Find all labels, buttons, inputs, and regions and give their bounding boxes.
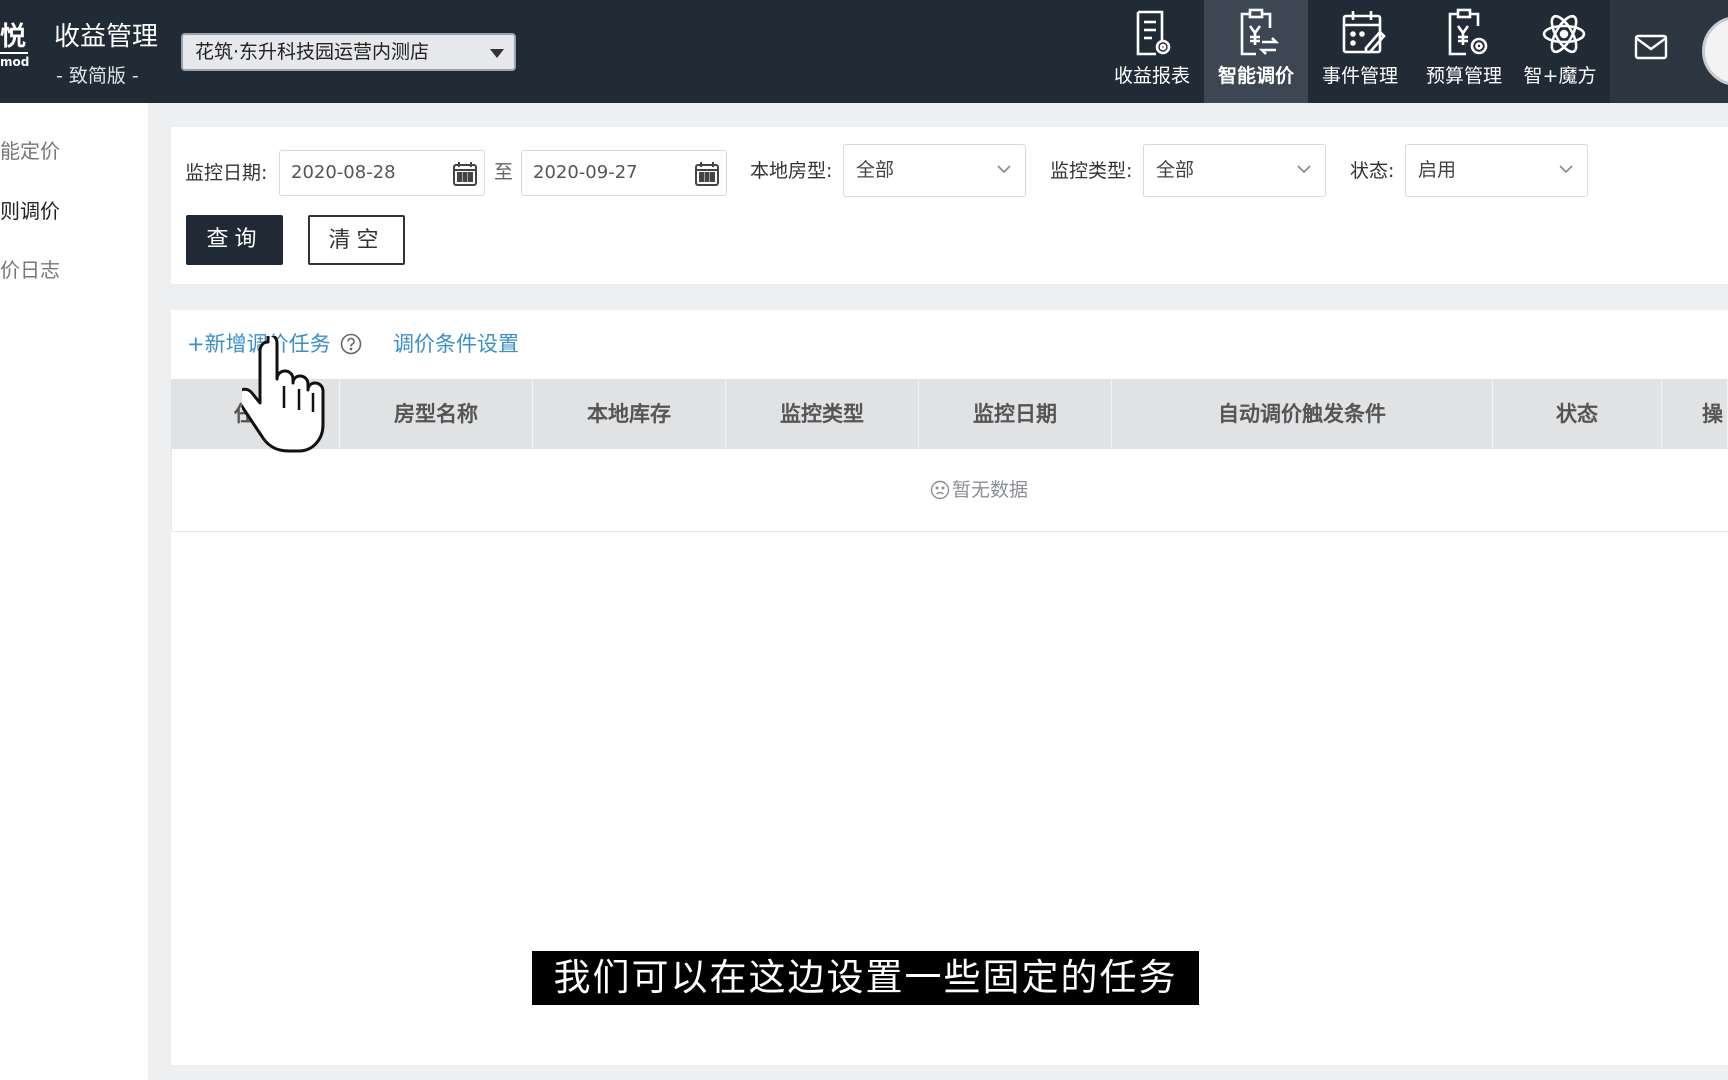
nav-label: 事件管理 bbox=[1321, 65, 1398, 87]
hand-pointer-cursor-icon bbox=[242, 336, 325, 453]
column-header-status: 状态 bbox=[1493, 379, 1662, 449]
logo-sub: mod bbox=[0, 55, 30, 69]
nav-label: 智+魔方 bbox=[1523, 65, 1597, 87]
nav-label: 预算管理 bbox=[1425, 65, 1502, 87]
calendar-icon[interactable] bbox=[452, 161, 478, 187]
monitor-type-select[interactable]: 全部 bbox=[1143, 144, 1326, 197]
sidebar-item-rule-pricing[interactable]: 则调价 bbox=[0, 197, 60, 225]
room-type-select[interactable]: 全部 bbox=[843, 144, 1026, 197]
end-date-value: 2020-09-27 bbox=[533, 162, 638, 183]
calendar-edit-icon bbox=[1342, 11, 1386, 54]
monitor-type-value: 全部 bbox=[1156, 159, 1195, 181]
brand-logo[interactable]: 悦 mod bbox=[0, 22, 30, 70]
column-header-actions: 操 bbox=[1662, 379, 1728, 449]
column-header-monitor-type: 监控类型 bbox=[726, 379, 919, 449]
chevron-down-icon bbox=[997, 165, 1011, 174]
column-header-trigger-condition: 自动调价触发条件 bbox=[1112, 379, 1493, 449]
sidebar-item-pricing-log[interactable]: 价日志 bbox=[0, 256, 60, 284]
empty-table-row: 暂无数据 bbox=[171, 449, 1728, 532]
sad-face-icon bbox=[930, 480, 950, 500]
atom-icon bbox=[1542, 14, 1586, 54]
nav-event-management[interactable]: 事件管理 bbox=[1308, 0, 1412, 103]
start-date-value: 2020-08-28 bbox=[291, 162, 396, 183]
app-title: 收益管理 bbox=[54, 22, 159, 52]
nav-smart-pricing[interactable]: 智能调价 bbox=[1204, 0, 1308, 103]
nav-label: 智能调价 bbox=[1217, 65, 1294, 87]
sidebar: 能定价 则调价 价日志 bbox=[0, 103, 148, 1080]
pricing-clipboard-icon bbox=[1240, 8, 1280, 56]
status-label: 状态: bbox=[1350, 160, 1395, 182]
monitor-date-label: 监控日期: bbox=[185, 162, 268, 184]
date-range-separator: 至 bbox=[494, 161, 514, 183]
column-header-monitor-date: 监控日期 bbox=[919, 379, 1112, 449]
query-button[interactable]: 查询 bbox=[186, 215, 283, 265]
budget-clipboard-icon bbox=[1448, 8, 1488, 56]
nav-budget-management[interactable]: 预算管理 bbox=[1412, 0, 1516, 103]
header-right-block bbox=[1610, 0, 1728, 103]
nav-smart-cube[interactable]: 智+魔方 bbox=[1510, 0, 1610, 103]
pricing-condition-settings-link[interactable]: 调价条件设置 bbox=[393, 329, 519, 359]
nav-revenue-report[interactable]: 收益报表 bbox=[1100, 0, 1204, 103]
top-bar: 悦 mod 收益管理 - 致简版 - 花筑·东升科技园运营内测店 收益报表 智能… bbox=[0, 0, 1728, 103]
logo-glyph: 悦 bbox=[0, 22, 28, 54]
status-value: 启用 bbox=[1418, 159, 1457, 181]
column-header-room-name: 房型名称 bbox=[340, 379, 533, 449]
room-type-label: 本地房型: bbox=[750, 160, 833, 182]
room-type-value: 全部 bbox=[856, 159, 895, 181]
app-edition: - 致简版 - bbox=[56, 65, 139, 87]
empty-data-text: 暂无数据 bbox=[952, 479, 1029, 501]
end-date-input[interactable]: 2020-09-27 bbox=[521, 150, 727, 196]
help-icon[interactable] bbox=[340, 333, 362, 355]
nav-label: 收益报表 bbox=[1113, 65, 1190, 87]
start-date-input[interactable]: 2020-08-28 bbox=[279, 150, 485, 196]
sidebar-item-smart-pricing[interactable]: 能定价 bbox=[0, 137, 60, 165]
clear-button[interactable]: 清空 bbox=[308, 215, 405, 265]
status-select[interactable]: 启用 bbox=[1405, 144, 1588, 197]
calendar-icon[interactable] bbox=[694, 161, 720, 187]
chevron-down-icon bbox=[1297, 165, 1311, 174]
video-subtitle: 我们可以在这边设置一些固定的任务 bbox=[532, 951, 1199, 1005]
avatar[interactable] bbox=[1702, 16, 1728, 86]
monitor-type-label: 监控类型: bbox=[1050, 160, 1133, 182]
report-icon bbox=[1136, 10, 1171, 56]
column-header-local-inventory: 本地库存 bbox=[533, 379, 726, 449]
mail-icon[interactable] bbox=[1634, 34, 1668, 60]
caret-down-icon bbox=[490, 49, 504, 58]
filter-panel: 监控日期: 2020-08-28 至 2020-09-27 本地房型: 全部 监… bbox=[171, 127, 1728, 284]
store-select-value: 花筑·东升科技园运营内测店 bbox=[195, 41, 430, 63]
chevron-down-icon bbox=[1559, 165, 1573, 174]
table-header: 任务 房型名称 本地库存 监控类型 监控日期 自动调价触发条件 状态 操 bbox=[171, 379, 1728, 449]
store-select[interactable]: 花筑·东升科技园运营内测店 bbox=[181, 33, 516, 71]
